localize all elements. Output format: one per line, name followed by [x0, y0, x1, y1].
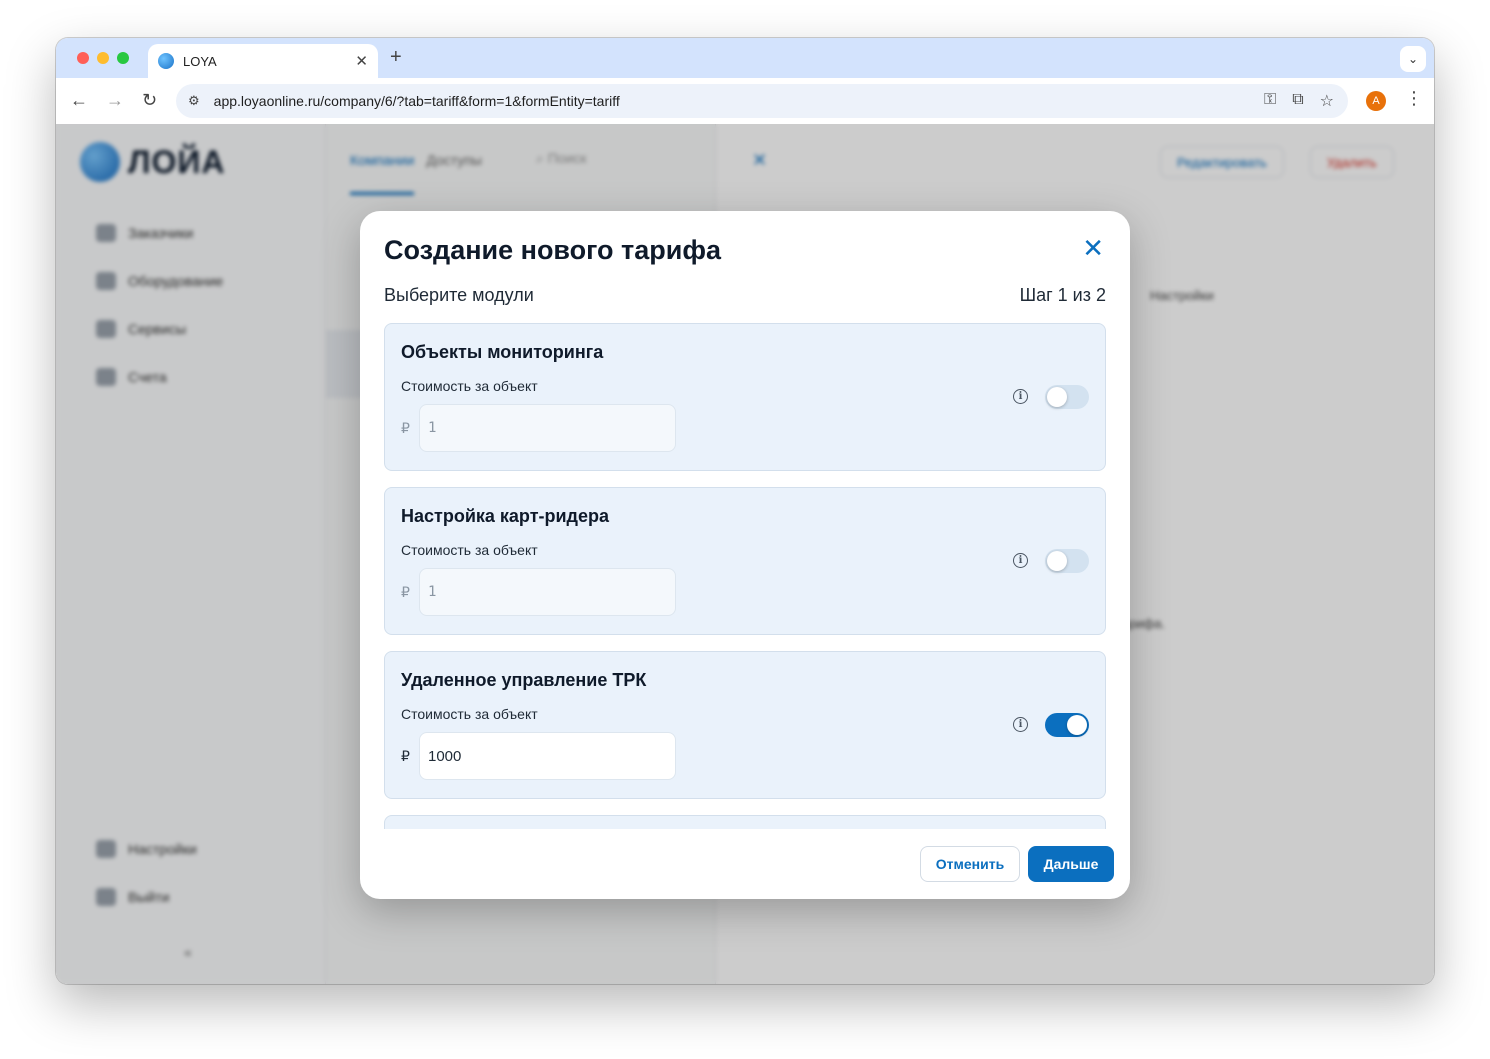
modules-list[interactable]: Объекты мониторинга Стоимость за объект … [384, 323, 1106, 829]
ruble-icon: ₽ [401, 420, 410, 436]
price-input[interactable] [419, 732, 676, 780]
modal-subtitle: Выберите модули [384, 285, 534, 305]
browser-tab[interactable]: LOYA ✕ [148, 44, 378, 78]
back-arrow-icon[interactable]: ← [70, 90, 88, 111]
module-toggle[interactable] [1045, 549, 1089, 573]
module-card-remote-trk: Удаленное управление ТРК Стоимость за об… [384, 651, 1106, 799]
reload-icon[interactable]: ↻ [142, 90, 157, 111]
next-button[interactable]: Дальше [1028, 846, 1114, 882]
cancel-button[interactable]: Отменить [920, 846, 1020, 882]
create-tariff-modal: Создание нового тарифа ✕ Выберите модули… [360, 211, 1130, 899]
price-label: Стоимость за объект [401, 378, 538, 394]
address-bar[interactable]: ⚙ app.loyaonline.ru/company/6/?tab=tarif… [176, 84, 1348, 118]
chevron-down-icon[interactable]: ⌄ [1400, 46, 1426, 72]
ruble-icon: ₽ [401, 584, 410, 600]
module-card-card-reader: Настройка карт-ридера Стоимость за объек… [384, 487, 1106, 635]
info-icon[interactable]: i [1013, 553, 1028, 568]
kebab-menu-icon[interactable]: ⋮ [1405, 88, 1423, 109]
tab-bar: LOYA ✕ + ⌄ [56, 38, 1434, 78]
module-title: Удаленное управление ТРК [401, 670, 647, 690]
module-toggle[interactable] [1045, 385, 1089, 409]
key-icon[interactable]: ⚿ [1264, 91, 1276, 111]
toggle-knob [1047, 387, 1067, 407]
close-icon[interactable]: ✕ [1082, 235, 1104, 261]
url-text[interactable]: app.loyaonline.ru/company/6/?tab=tariff&… [214, 93, 620, 109]
module-toggle[interactable] [1045, 713, 1089, 737]
minimize-window-button[interactable] [97, 52, 109, 64]
close-window-button[interactable] [77, 52, 89, 64]
info-icon[interactable]: i [1013, 717, 1028, 732]
globe-icon [158, 53, 174, 69]
forward-arrow-icon[interactable]: → [106, 90, 124, 111]
modal-title: Создание нового тарифа [384, 235, 722, 265]
maximize-window-button[interactable] [117, 52, 129, 64]
avatar[interactable]: A [1366, 91, 1386, 111]
tab-title: LOYA [183, 53, 217, 69]
price-input[interactable] [419, 568, 676, 616]
browser-toolbar: ← → ↻ ⚙ app.loyaonline.ru/company/6/?tab… [56, 78, 1434, 124]
module-title: Объекты мониторинга [401, 342, 604, 362]
module-card-partial [384, 815, 1106, 829]
new-tab-button[interactable]: + [390, 46, 402, 69]
module-card-monitoring: Объекты мониторинга Стоимость за объект … [384, 323, 1106, 471]
install-app-icon[interactable]: ⧉ [1292, 91, 1303, 111]
step-indicator: Шаг 1 из 2 [1019, 285, 1106, 305]
site-settings-icon[interactable]: ⚙ [188, 93, 200, 109]
module-title: Настройка карт-ридера [401, 506, 610, 526]
toggle-knob [1047, 551, 1067, 571]
price-label: Стоимость за объект [401, 542, 538, 558]
ruble-icon: ₽ [401, 748, 410, 764]
star-icon[interactable]: ☆ [1320, 91, 1334, 111]
info-icon[interactable]: i [1013, 389, 1028, 404]
price-label: Стоимость за объект [401, 706, 538, 722]
tab-close-icon[interactable]: ✕ [355, 52, 368, 70]
toggle-knob [1067, 715, 1087, 735]
price-input[interactable] [419, 404, 676, 452]
